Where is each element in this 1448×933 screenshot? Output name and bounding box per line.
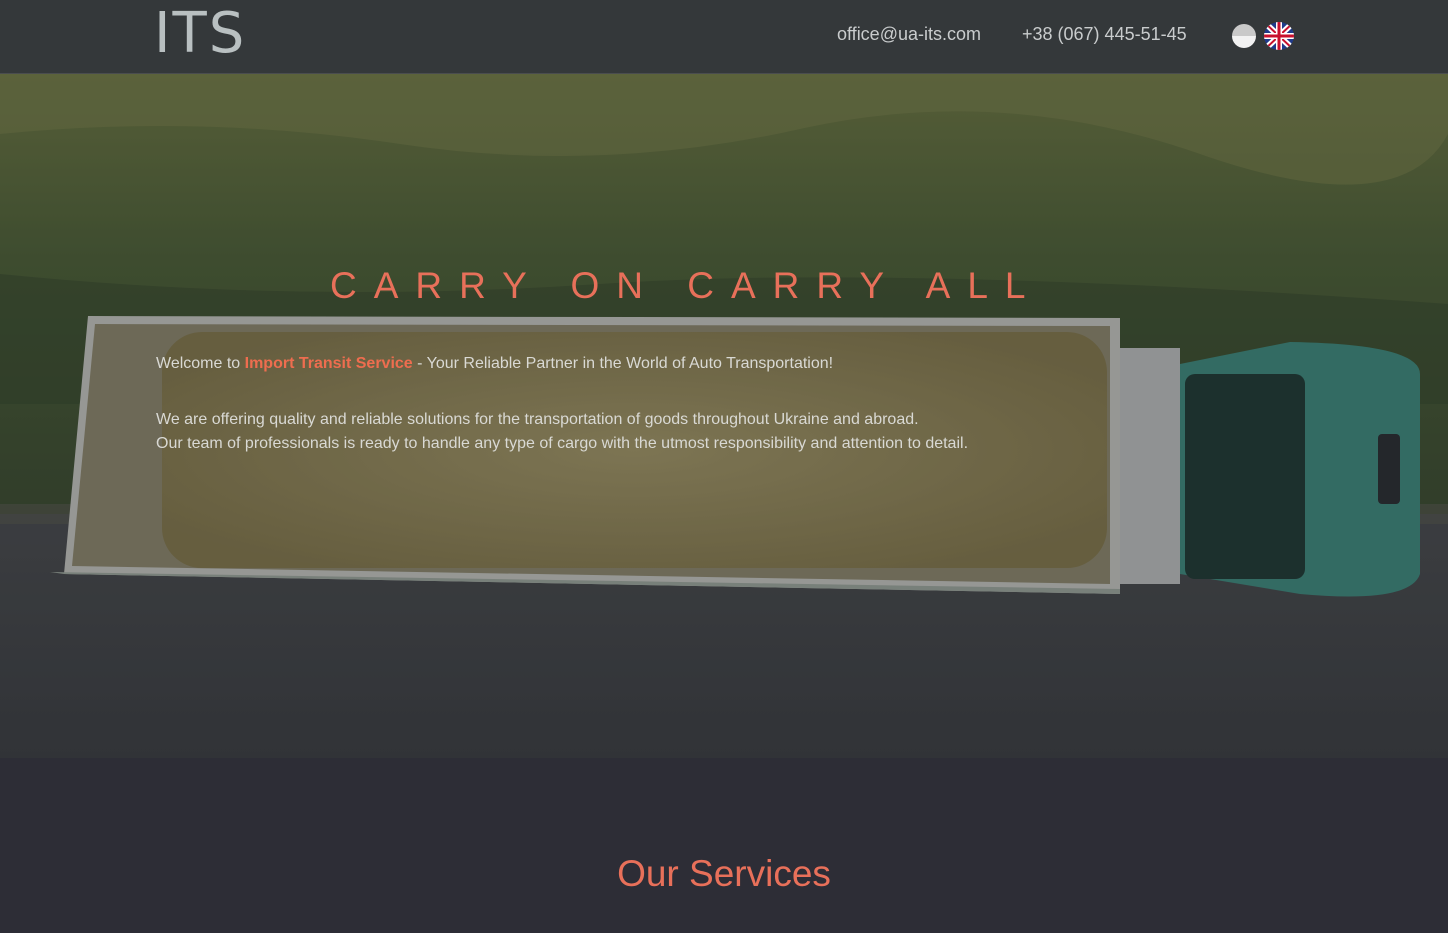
- email-link[interactable]: office@ua-its.com: [837, 22, 981, 46]
- language-en-flag-icon[interactable]: [1264, 22, 1294, 50]
- welcome-prefix: Welcome to: [156, 355, 245, 372]
- its-logo[interactable]: ITS: [154, 4, 246, 64]
- description-line-1: We are offering quality and reliable sol…: [156, 411, 919, 428]
- hero-headline: CARRY ON CARRY ALL: [330, 265, 1043, 306]
- welcome-text: Welcome to Import Transit Service - Your…: [156, 354, 833, 374]
- welcome-suffix: - Your Reliable Partner in the World of …: [412, 355, 834, 372]
- logo-text: ITS: [154, 1, 247, 66]
- description-line-2: Our team of professionals is ready to ha…: [156, 435, 969, 452]
- hero-section: CARRY ON CARRY ALL Welcome to Import Tra…: [0, 74, 1448, 758]
- phone-link[interactable]: +38 (067) 445-51-45: [1022, 22, 1187, 46]
- language-ua-flag-icon[interactable]: [1232, 24, 1256, 48]
- company-name: Import Transit Service: [244, 355, 413, 372]
- site-header: ITS office@ua-its.com +38 (067) 445-51-4…: [0, 0, 1448, 74]
- hero-description: We are offering quality and reliable sol…: [156, 408, 968, 456]
- services-heading: Our Services: [617, 853, 831, 894]
